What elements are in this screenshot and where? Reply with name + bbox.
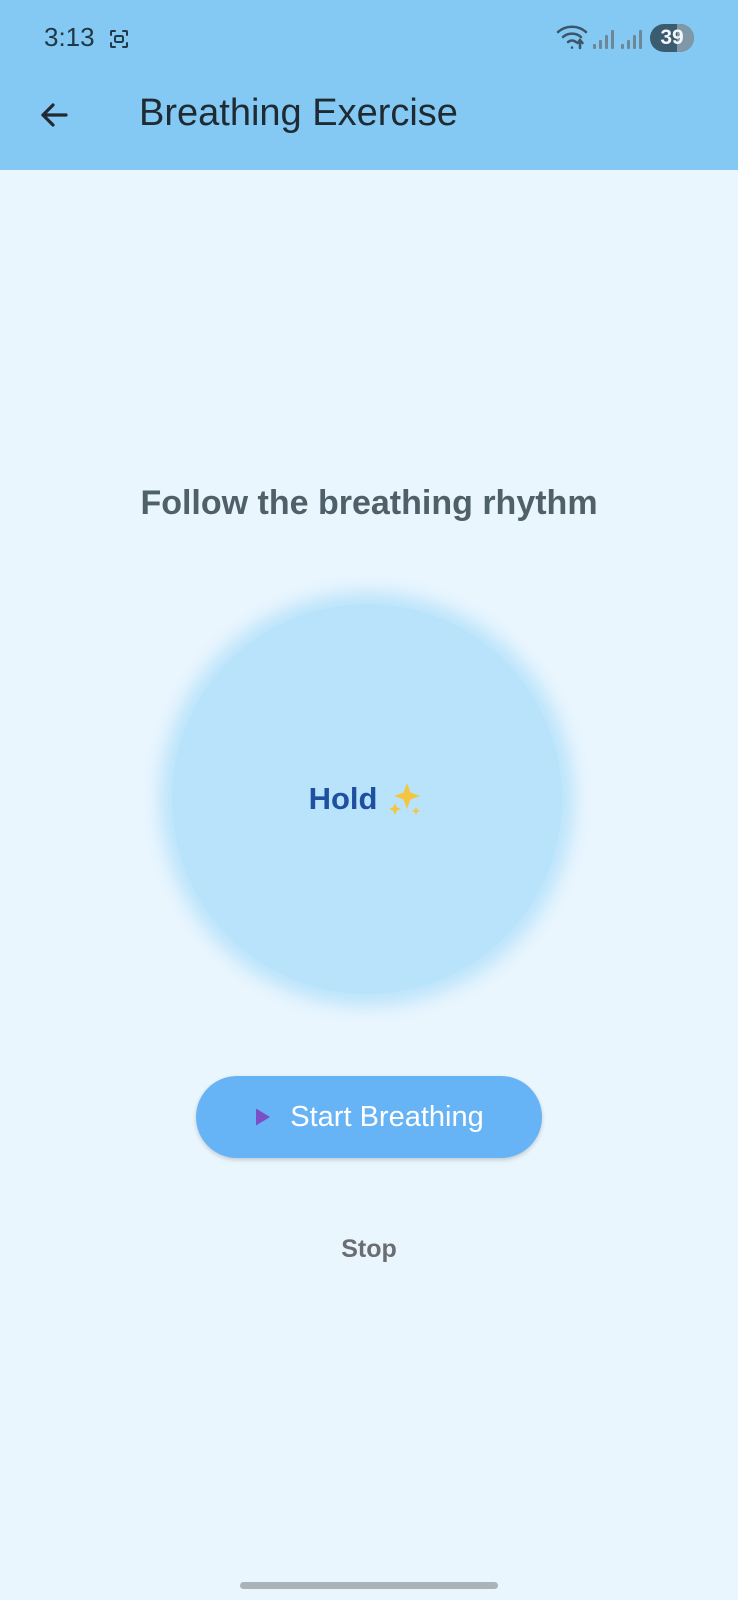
battery-level: 39 (660, 26, 684, 49)
breathing-circle: Hold (172, 604, 562, 994)
screenshot-icon (110, 30, 128, 48)
start-breathing-label: Start Breathing (290, 1100, 484, 1133)
back-arrow-icon[interactable] (35, 96, 73, 134)
signal-icon (621, 30, 642, 49)
stop-label: Stop (341, 1234, 397, 1263)
app-title: Breathing Exercise (139, 92, 458, 134)
top-bar: 3:13 39 Breathing Exercise (0, 0, 738, 170)
wifi-icon (556, 25, 588, 50)
sparkles-icon (389, 783, 421, 815)
status-time: 3:13 (44, 22, 95, 52)
phase-text: Hold (308, 781, 378, 816)
status-bar: 3:13 39 (0, 0, 738, 80)
app-bar: Breathing Exercise (0, 80, 738, 170)
play-icon (256, 1108, 271, 1126)
start-breathing-button[interactable]: Start Breathing (196, 1076, 542, 1158)
signal-icon (593, 30, 614, 49)
instruction-heading: Follow the breathing rhythm (140, 484, 598, 522)
battery-indicator: 39 (650, 24, 694, 52)
stop-button[interactable]: Stop (319, 1228, 419, 1270)
home-indicator[interactable] (240, 1582, 498, 1589)
phase-indicator: Hold (309, 779, 426, 819)
